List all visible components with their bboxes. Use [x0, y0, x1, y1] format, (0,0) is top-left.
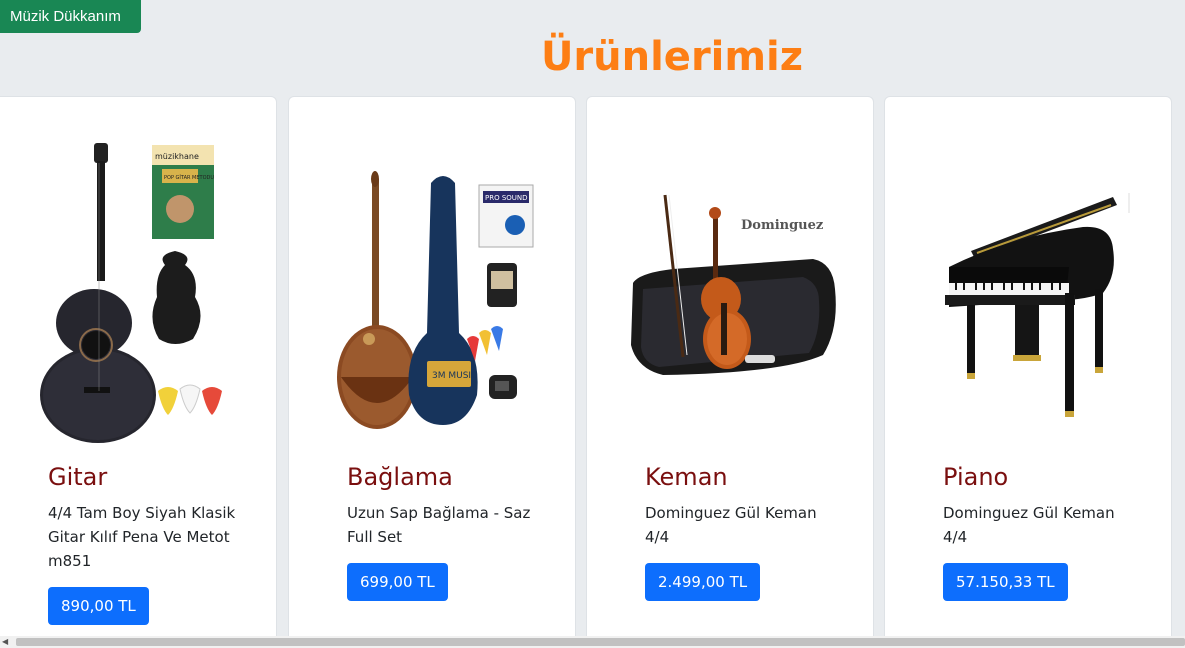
product-description: 4/4 Tam Boy Siyah Klasik Gitar Kılıf Pen… — [48, 504, 236, 570]
product-description: Dominguez Gül Keman 4/4 — [645, 504, 817, 546]
product-card: 3M MUSIC PRO SOUND Bağlama Uzun Sap Bağl… — [288, 96, 576, 648]
scroll-left-arrow-icon[interactable]: ◀ — [2, 637, 8, 647]
product-card: müzikhane POP GİTAR METODU Gitar 4/4 Tam… — [0, 96, 277, 648]
grand-piano-image[interactable] — [915, 133, 1145, 443]
metot-book-subtitle: POP GİTAR METODU — [164, 174, 214, 181]
brand-button[interactable]: Müzik Dükkanım — [0, 0, 141, 33]
product-description: Uzun Sap Bağlama - Saz Full Set — [347, 504, 531, 546]
product-title[interactable]: Piano — [943, 463, 1008, 491]
violin-brand-logo: Dominguez — [741, 218, 823, 233]
horizontal-scrollbar[interactable]: ◀ — [0, 636, 1185, 648]
price-button[interactable]: 699,00 TL — [347, 563, 448, 601]
product-title[interactable]: Keman — [645, 463, 728, 491]
product-title[interactable]: Gitar — [48, 463, 107, 491]
price-button[interactable]: 890,00 TL — [48, 587, 149, 625]
product-title[interactable]: Bağlama — [347, 463, 453, 491]
product-description: Dominguez Gül Keman 4/4 — [943, 504, 1115, 546]
scrollbar-thumb[interactable] — [16, 638, 1185, 646]
violin-case-image[interactable]: Dominguez — [617, 133, 847, 443]
baglama-set-image[interactable]: 3M MUSIC PRO SOUND — [319, 133, 549, 443]
metot-book-title: müzikhane — [155, 152, 199, 161]
guitar-set-image[interactable]: müzikhane POP GİTAR METODU — [20, 133, 250, 443]
case-print: 3M MUSIC — [432, 371, 477, 381]
strings-pack-label: PRO SOUND — [485, 194, 528, 202]
page-title: Ürünlerimiz — [540, 34, 804, 80]
product-card: Dominguez Keman Dominguez Gül Keman 4/4 … — [586, 96, 874, 648]
price-button[interactable]: 2.499,00 TL — [645, 563, 761, 601]
product-card: Piano Dominguez Gül Keman 4/4 57.150,33 … — [884, 96, 1172, 648]
price-button[interactable]: 57.150,33 TL — [943, 563, 1068, 601]
